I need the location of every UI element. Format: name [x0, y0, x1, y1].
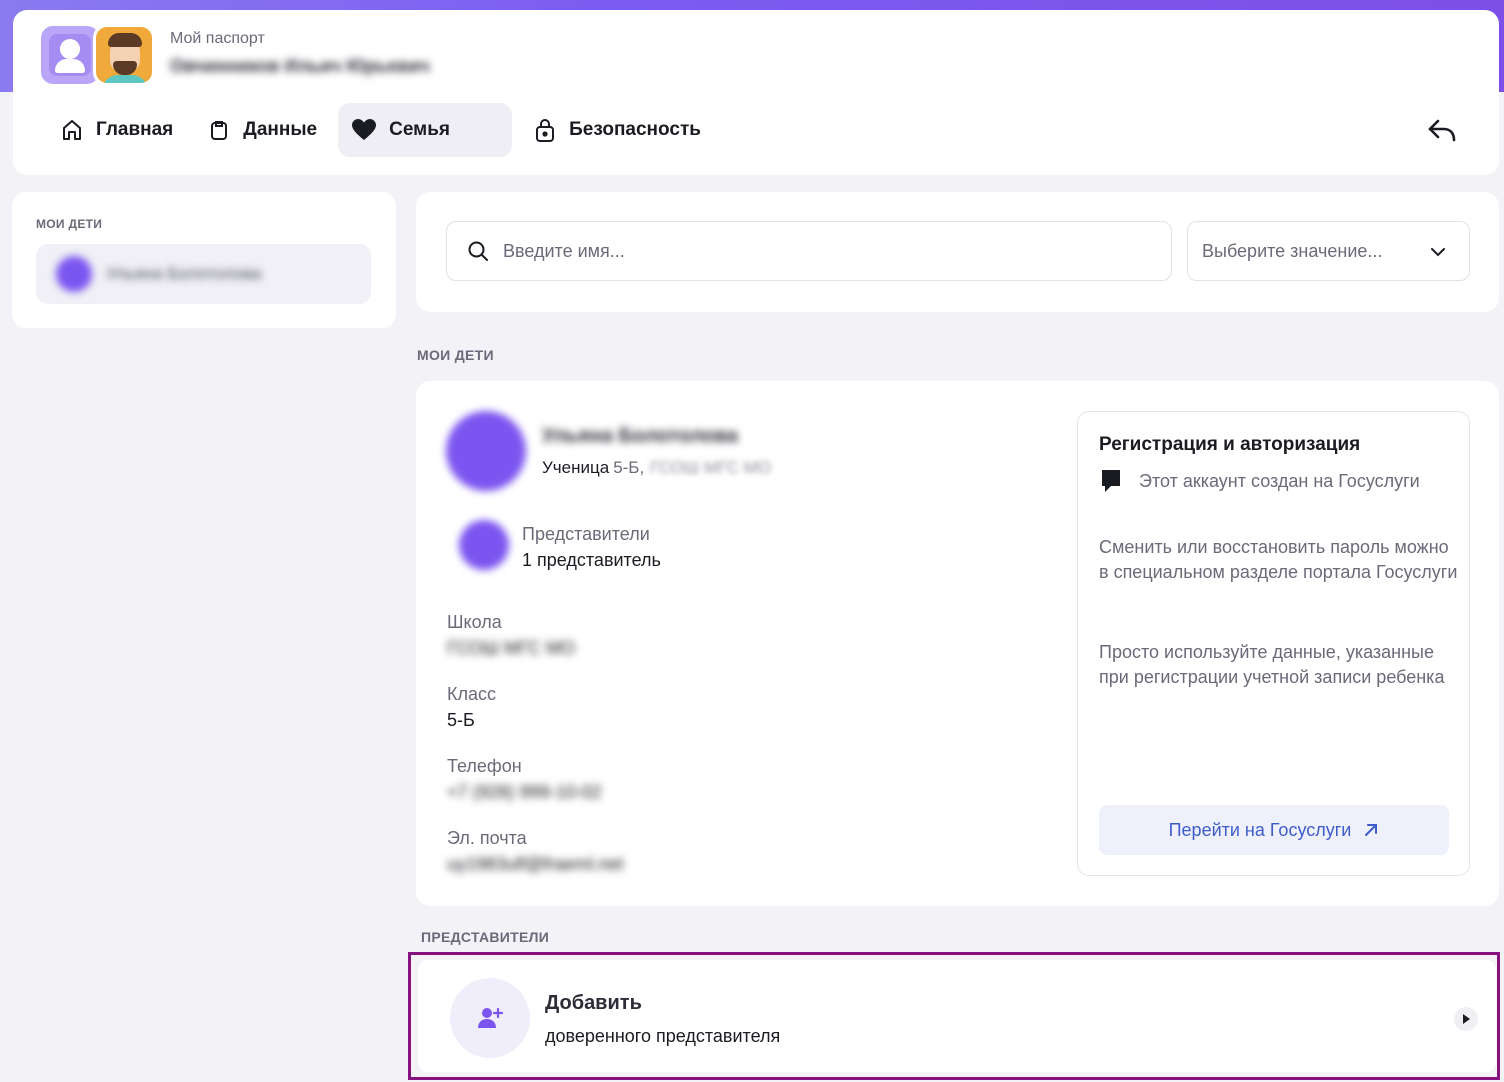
- user-avatar[interactable]: [93, 24, 155, 86]
- school-label: Школа: [447, 612, 502, 632]
- registration-password-text: Сменить или восстановить пароль можно в …: [1099, 537, 1458, 582]
- nav-item-family-label: Семья: [389, 119, 450, 140]
- phone-value: +7 (928) 999-10-02: [447, 782, 602, 802]
- class-value: 5-Б: [447, 710, 475, 730]
- nav-item-home[interactable]: Главная: [47, 103, 186, 157]
- child-role-line: Ученица 5-Б, ГСОШ МГС МО: [542, 458, 771, 478]
- representative-avatar: [459, 520, 509, 570]
- children-section-title: МОИ ДЕТИ: [417, 347, 494, 363]
- heart-icon: [352, 119, 377, 140]
- nav-item-data[interactable]: Данные: [194, 103, 330, 157]
- passport-icon: [41, 26, 99, 84]
- filter-card: Введите имя... Выберите значение...: [416, 192, 1499, 312]
- header-card: Мой паспорт Овчинников Ильич Юрьевич Гла…: [13, 10, 1499, 175]
- child-role: Ученица: [542, 458, 610, 477]
- gosuslugi-button[interactable]: Перейти на Госуслуги: [1099, 805, 1449, 855]
- nav-item-home-label: Главная: [96, 119, 174, 140]
- selection-highlight-frame: [408, 952, 1500, 1080]
- school-value: ГСОШ МГС МО: [447, 638, 575, 658]
- search-icon: [468, 241, 488, 261]
- nav-item-family[interactable]: Семья: [338, 103, 513, 157]
- sidebar-section-title: МОИ ДЕТИ: [36, 217, 103, 231]
- registration-note-text: Этот аккаунт создан на Госуслуги: [1139, 470, 1420, 491]
- child-avatar: [56, 256, 92, 292]
- registration-title: Регистрация и авторизация: [1099, 434, 1361, 455]
- reply-icon[interactable]: [1427, 118, 1457, 149]
- email-value: uy1983ulf@fraeml.net: [447, 854, 624, 874]
- child-avatar: [446, 411, 526, 491]
- value-select[interactable]: Выберите значение...: [1187, 221, 1470, 281]
- child-name: Ульяна Болотолова: [542, 425, 738, 447]
- child-school-inline: ГСОШ МГС МО: [650, 458, 772, 477]
- clipboard-icon: [211, 121, 228, 140]
- representatives-count[interactable]: 1 представитель: [522, 550, 661, 571]
- child-card: Ульяна Болотолова Ученица 5-Б, ГСОШ МГС МО…: [416, 381, 1499, 906]
- home-icon: [63, 120, 81, 140]
- nav-item-security[interactable]: Безопасность: [520, 103, 714, 157]
- search-placeholder: Введите имя...: [503, 240, 625, 261]
- sidebar-child-name: Ульяна Болотолова: [106, 264, 262, 283]
- registration-card: Регистрация и авторизация Этот аккаунт с…: [1077, 411, 1470, 876]
- child-class-inline: 5-Б,: [613, 458, 645, 477]
- search-input[interactable]: Введите имя...: [446, 221, 1172, 281]
- gosuslugi-button-label: Перейти на Госуслуги: [1168, 819, 1352, 840]
- passport-label: Мой паспорт: [170, 30, 265, 47]
- user-name: Овчинников Ильич Юрьевич: [170, 56, 430, 76]
- main-nav: Главная Данные Семья Безопасность: [47, 103, 722, 157]
- comment-icon: [1102, 470, 1120, 492]
- phone-label: Телефон: [447, 756, 522, 776]
- sidebar-child-item[interactable]: Ульяна Болотолова: [36, 244, 371, 304]
- representatives-section-title: ПРЕДСТАВИТЕЛИ: [421, 929, 550, 945]
- lock-icon: [536, 119, 555, 142]
- registration-data-text: Просто используйте данные, указанные при…: [1099, 642, 1445, 687]
- external-link-icon: [1365, 824, 1378, 836]
- select-placeholder: Выберите значение...: [1202, 240, 1383, 261]
- chevron-down-icon: [1431, 248, 1445, 257]
- nav-item-data-label: Данные: [243, 119, 318, 140]
- class-label: Класс: [447, 684, 496, 704]
- email-label: Эл. почта: [447, 828, 527, 848]
- registration-note: Этот аккаунт создан на Госуслуги: [1099, 468, 1420, 494]
- representatives-label: Представители: [522, 524, 650, 544]
- sidebar-children-card: МОИ ДЕТИ Ульяна Болотолова: [12, 192, 396, 328]
- nav-item-security-label: Безопасность: [569, 119, 701, 140]
